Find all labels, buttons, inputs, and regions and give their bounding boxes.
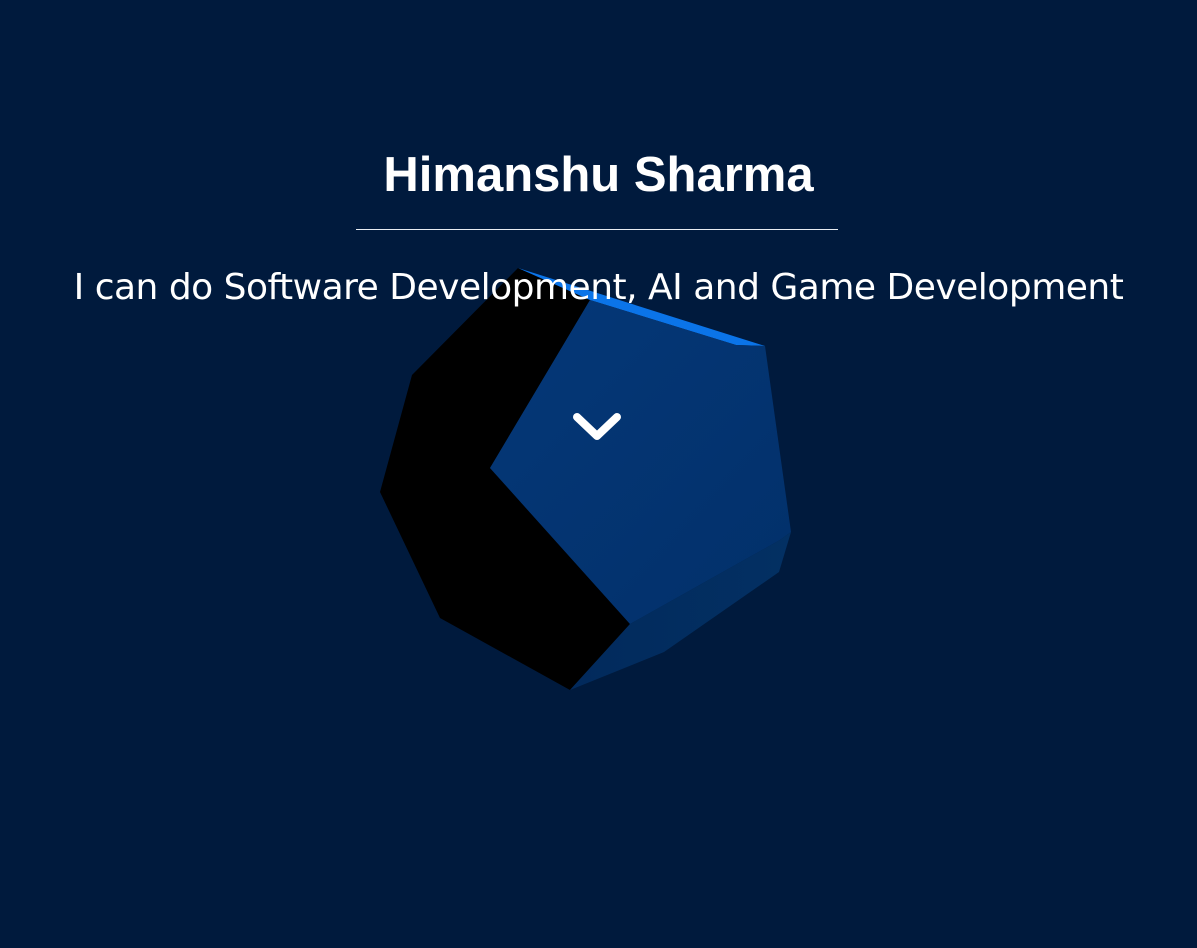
chevron-down-icon (573, 413, 621, 440)
page-title: Himanshu Sharma (383, 148, 814, 202)
tagline: I can do Software Development, AI and Ga… (73, 267, 1124, 308)
hero-section: Himanshu Sharma I can do Software Develo… (0, 0, 1197, 948)
scroll-down-button[interactable] (567, 403, 627, 453)
title-divider (356, 229, 838, 230)
